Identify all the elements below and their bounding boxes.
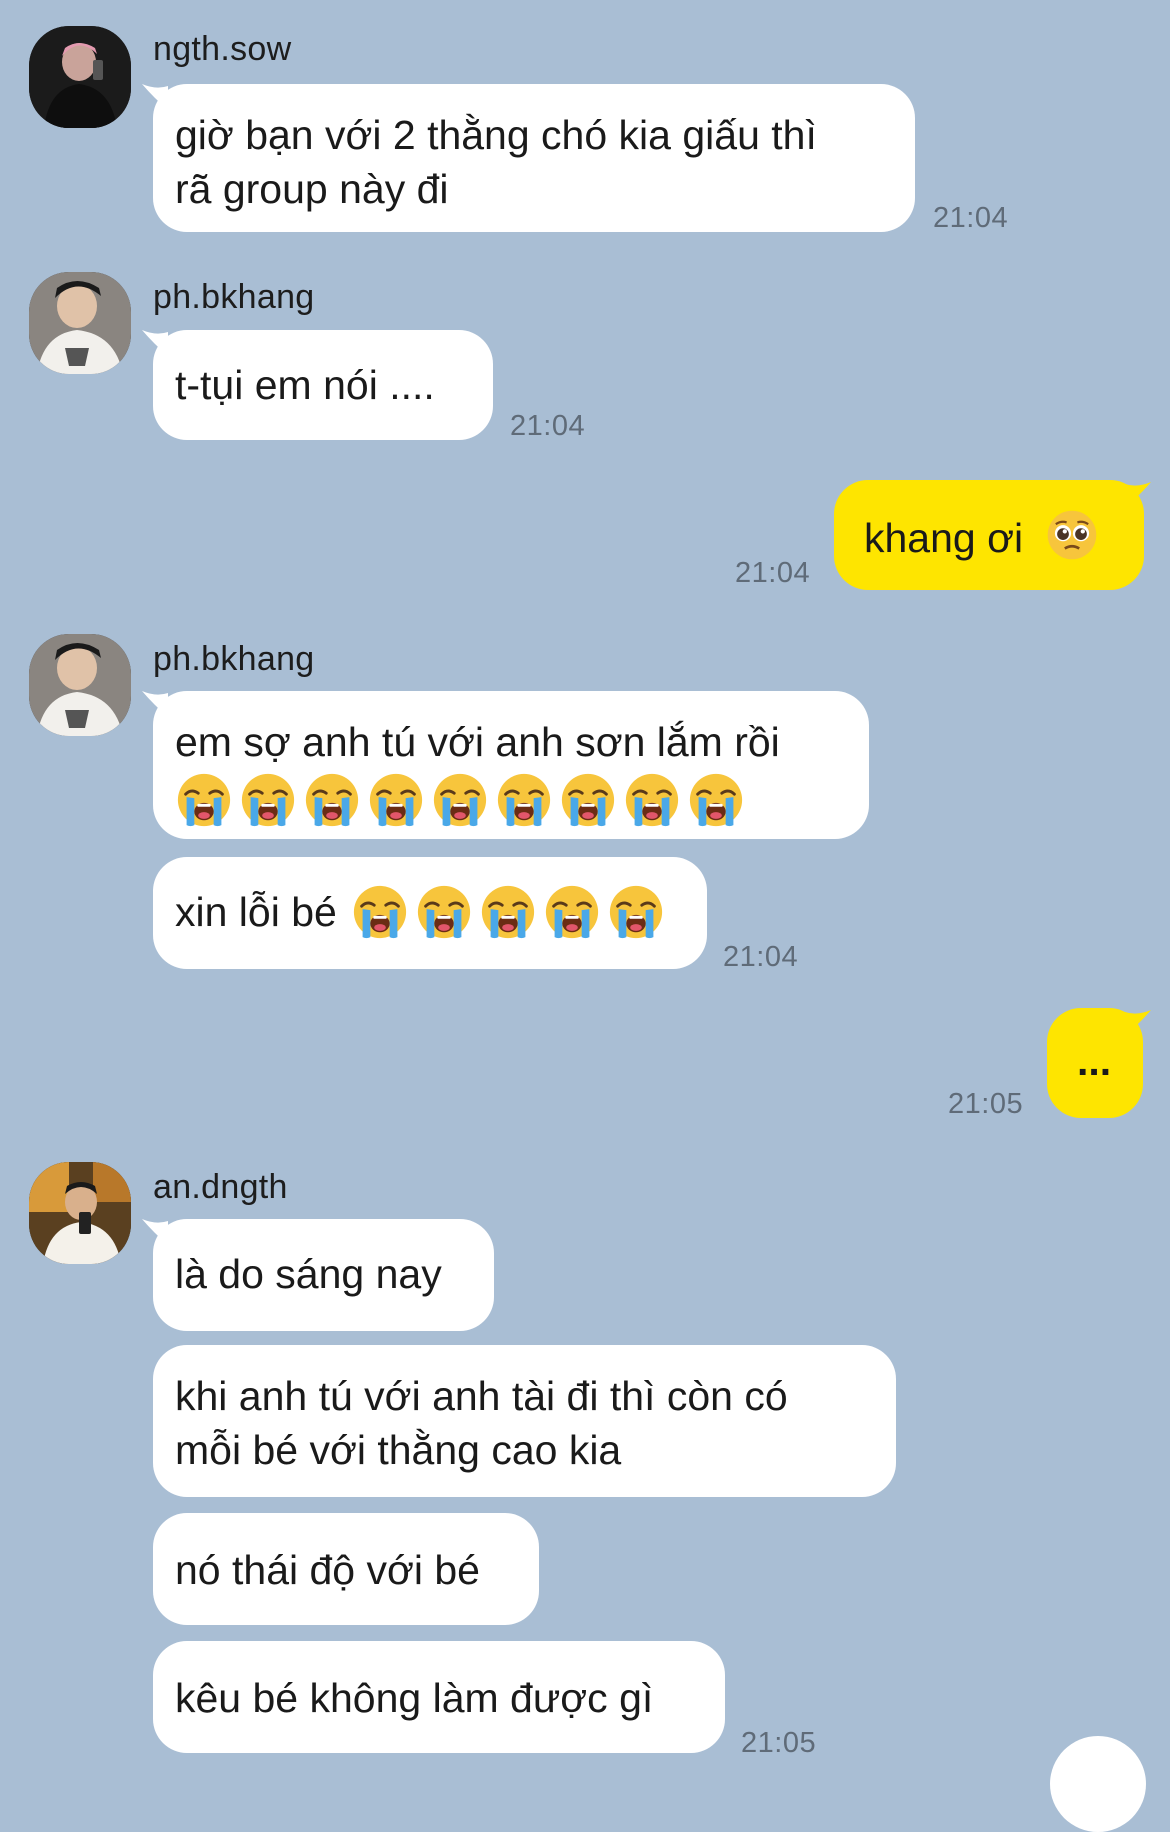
message-text: giờ bạn với 2 thằng chó kia giấu thì bbox=[175, 112, 817, 158]
loudly-crying-face-icon bbox=[623, 771, 681, 829]
avatar-ngth-sow[interactable] bbox=[29, 26, 131, 128]
loudly-crying-face-icon bbox=[559, 771, 617, 829]
sender-name: ngth.sow bbox=[153, 30, 292, 68]
message-bubble[interactable]: kêu bé không làm được gì bbox=[153, 1641, 725, 1753]
sender-name: an.dngth bbox=[153, 1168, 288, 1206]
message-bubble[interactable]: xin lỗi bé bbox=[153, 857, 707, 969]
loudly-crying-face-icon bbox=[687, 771, 745, 829]
loudly-crying-face-icon bbox=[431, 771, 489, 829]
message-bubble[interactable]: em sợ anh tú với anh sơn lắm rồi bbox=[153, 691, 869, 839]
message-text: là do sáng nay bbox=[175, 1251, 442, 1297]
timestamp: 21:04 bbox=[723, 941, 799, 973]
sender-name: ph.bkhang bbox=[153, 640, 315, 678]
avatar-an-dngth[interactable] bbox=[29, 1162, 131, 1264]
avatar-ph-bkhang[interactable] bbox=[29, 272, 131, 374]
loudly-crying-face-icon bbox=[543, 883, 601, 941]
message-bubble[interactable]: nó thái độ với bé bbox=[153, 1513, 539, 1625]
emoji-row bbox=[175, 771, 845, 829]
loudly-crying-face-icon bbox=[479, 883, 537, 941]
message-text: xin lỗi bé bbox=[175, 889, 337, 935]
message-bubble[interactable]: giờ bạn với 2 thằng chó kia giấu thì rã … bbox=[153, 84, 915, 232]
timestamp: 21:05 bbox=[741, 1727, 817, 1759]
message-text: ... bbox=[1077, 1038, 1112, 1084]
bubble-tail bbox=[1125, 482, 1151, 508]
bubble-tail bbox=[1125, 1010, 1151, 1036]
avatar-ph-bkhang[interactable] bbox=[29, 634, 131, 736]
loudly-crying-face-icon bbox=[351, 883, 409, 941]
emoji-row bbox=[351, 883, 665, 941]
profile-photo bbox=[29, 26, 131, 128]
message-text: nó thái độ với bé bbox=[175, 1547, 480, 1593]
message-text: khang ơi bbox=[864, 515, 1024, 562]
loudly-crying-face-icon bbox=[415, 883, 473, 941]
profile-photo bbox=[29, 1162, 131, 1264]
sender-name: ph.bkhang bbox=[153, 278, 315, 316]
scroll-down-button[interactable] bbox=[1050, 1736, 1146, 1832]
timestamp: 21:04 bbox=[933, 202, 1009, 234]
message-text: kêu bé không làm được gì bbox=[175, 1675, 654, 1721]
message-text: khi anh tú với anh tài đi thì còn có bbox=[175, 1373, 788, 1419]
message-text: mỗi bé với thằng cao kia bbox=[175, 1427, 622, 1473]
loudly-crying-face-icon bbox=[607, 883, 665, 941]
loudly-crying-face-icon bbox=[303, 771, 361, 829]
loudly-crying-face-icon bbox=[175, 771, 233, 829]
timestamp: 21:04 bbox=[735, 557, 811, 589]
loudly-crying-face-icon bbox=[367, 771, 425, 829]
timestamp: 21:04 bbox=[510, 410, 586, 442]
profile-photo bbox=[29, 272, 131, 374]
message-text: t-tụi em nói .... bbox=[175, 362, 435, 408]
message-bubble[interactable]: t-tụi em nói .... bbox=[153, 330, 493, 440]
message-bubble[interactable]: khi anh tú với anh tài đi thì còn có mỗi… bbox=[153, 1345, 896, 1497]
loudly-crying-face-icon bbox=[495, 771, 553, 829]
message-text: rã group này đi bbox=[175, 166, 449, 212]
profile-photo bbox=[29, 634, 131, 736]
timestamp: 21:05 bbox=[948, 1088, 1024, 1120]
pleading-face-icon bbox=[1045, 508, 1099, 562]
message-bubble-outgoing[interactable]: khang ơi bbox=[834, 480, 1144, 590]
loudly-crying-face-icon bbox=[239, 771, 297, 829]
message-bubble[interactable]: là do sáng nay bbox=[153, 1219, 494, 1331]
message-text: em sợ anh tú với anh sơn lắm rồi bbox=[175, 719, 780, 765]
